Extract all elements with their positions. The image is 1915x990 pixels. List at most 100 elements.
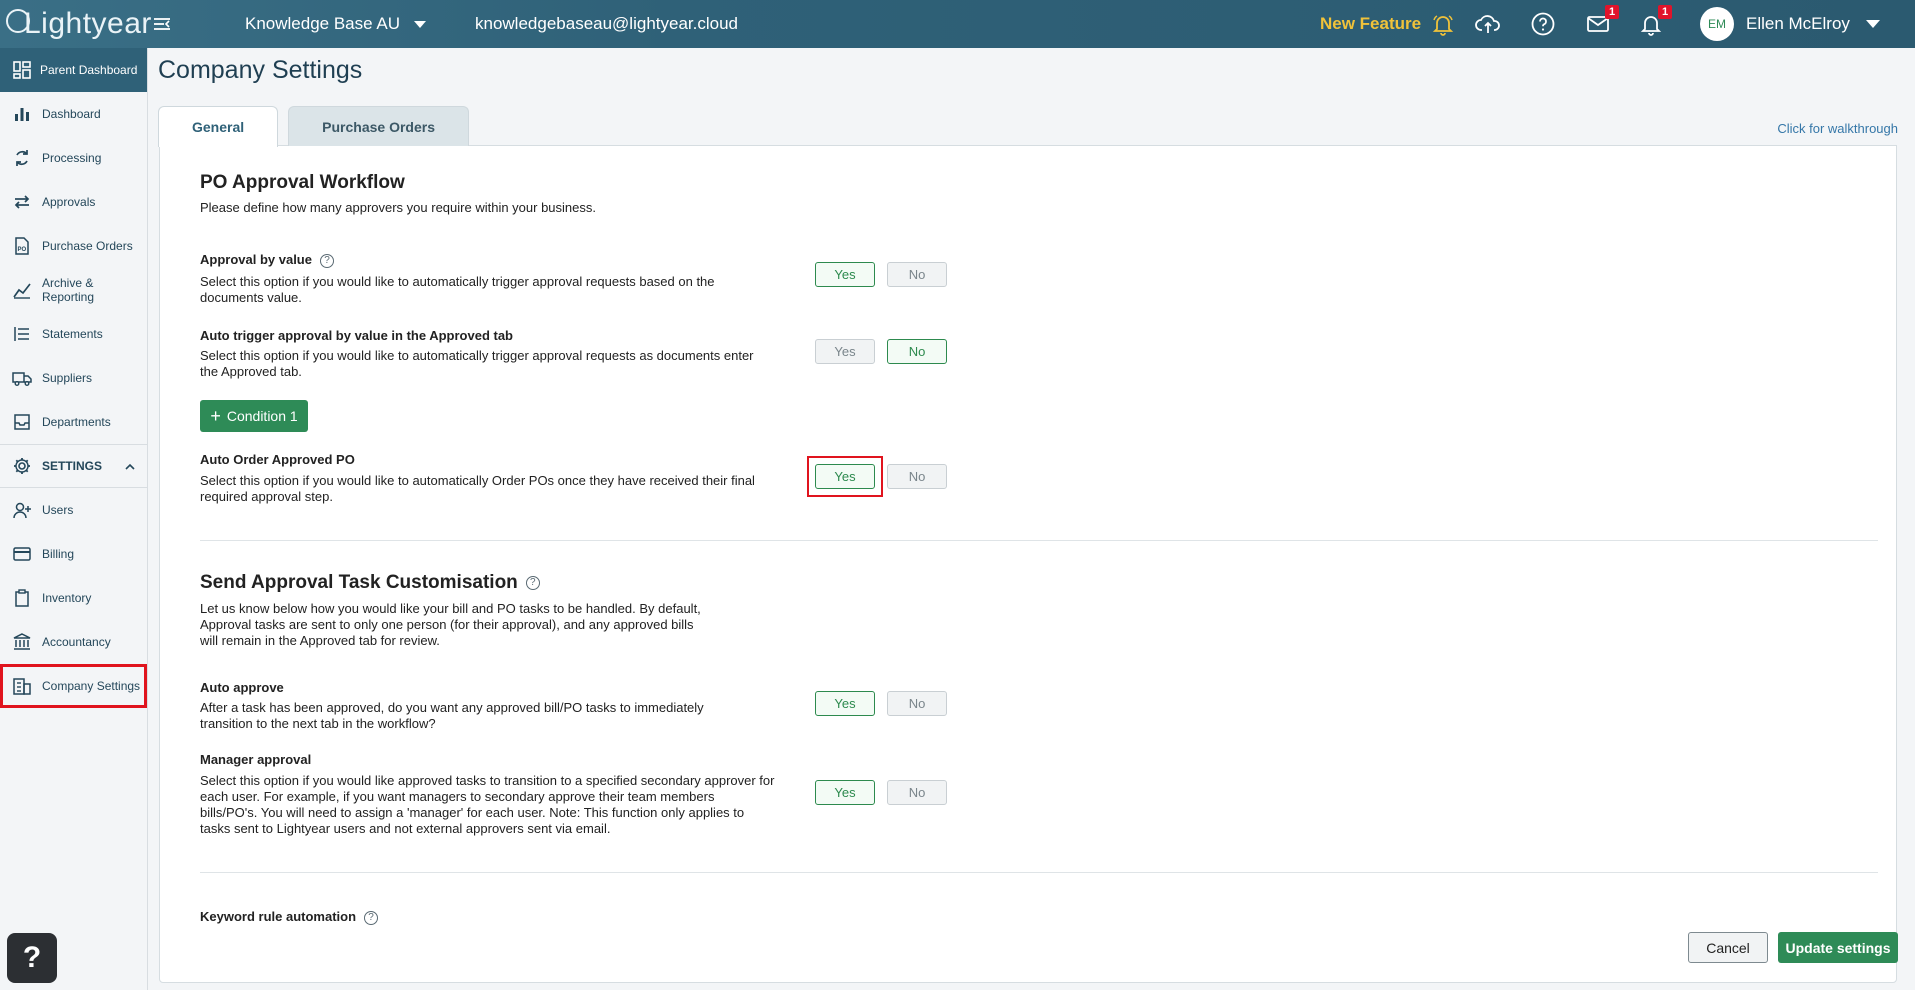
tab-general[interactable]: General bbox=[158, 106, 279, 147]
auto-order-label: Auto Order Approved PO bbox=[200, 452, 355, 467]
update-settings-button[interactable]: Update settings bbox=[1778, 932, 1898, 963]
line-chart-icon bbox=[13, 283, 31, 299]
bank-icon bbox=[13, 633, 31, 650]
sidebar-item-statements[interactable]: Statements bbox=[0, 312, 147, 356]
clipboard-icon bbox=[15, 589, 29, 607]
cloud-upload-icon[interactable] bbox=[1475, 11, 1501, 37]
gear-icon bbox=[14, 458, 30, 474]
sidebar-item-archive-reporting[interactable]: Archive & Reporting bbox=[0, 268, 147, 312]
section-divider bbox=[200, 540, 1878, 541]
truck-icon bbox=[12, 372, 32, 386]
sidebar-item-label: Accountancy bbox=[42, 635, 111, 649]
top-bar: Lightyear Knowledge Base AU knowledgebas… bbox=[0, 0, 1915, 48]
po-document-icon: PO bbox=[15, 237, 29, 255]
arrows-icon bbox=[14, 195, 30, 209]
avatar: EM bbox=[1700, 7, 1734, 41]
sidebar-item-inventory[interactable]: Inventory bbox=[0, 576, 147, 620]
mail-badge: 1 bbox=[1605, 5, 1619, 19]
account-email: knowledgebaseau@lightyear.cloud bbox=[475, 14, 738, 33]
tab-purchase-orders[interactable]: Purchase Orders bbox=[288, 106, 469, 146]
settings-tabs: General Purchase Orders bbox=[158, 106, 469, 147]
auto-order-yes[interactable]: Yes bbox=[815, 464, 875, 489]
manager-approval-no[interactable]: No bbox=[887, 780, 947, 805]
help-icon[interactable]: ? bbox=[525, 575, 540, 590]
chevron-down-icon bbox=[414, 20, 426, 28]
sidebar-item-billing[interactable]: Billing bbox=[0, 532, 147, 576]
auto-approve-yes[interactable]: Yes bbox=[815, 691, 875, 716]
manager-approval-yes[interactable]: Yes bbox=[815, 780, 875, 805]
help-chat-button[interactable]: ? bbox=[7, 933, 57, 983]
svg-text:PO: PO bbox=[18, 247, 27, 253]
auto-order-desc: Select this option if you would like to … bbox=[200, 473, 755, 504]
sidebar-settings-toggle[interactable]: SETTINGS bbox=[0, 444, 147, 488]
sidebar-item-label: Archive & Reporting bbox=[42, 276, 95, 304]
notifications-button[interactable]: 1 bbox=[1638, 5, 1672, 37]
help-icon[interactable]: ? bbox=[364, 910, 379, 925]
sidebar-item-label: Suppliers bbox=[42, 371, 93, 385]
building-icon bbox=[13, 678, 31, 695]
chevron-up-icon bbox=[125, 463, 135, 470]
sidebar-item-label: Processing bbox=[42, 151, 102, 165]
keyword-rule-label: Keyword rule automation? bbox=[200, 909, 379, 925]
sidebar-item-label: Approvals bbox=[42, 195, 96, 209]
cancel-button[interactable]: Cancel bbox=[1688, 932, 1768, 963]
auto-approve-label: Auto approve bbox=[200, 680, 284, 695]
sidebar-item-label: Users bbox=[42, 503, 74, 517]
add-condition-button[interactable]: + Condition 1 bbox=[200, 400, 308, 432]
sidebar-item-label: Parent Dashboard bbox=[40, 63, 138, 77]
sidebar: Parent Dashboard Dashboard Processing Ap… bbox=[0, 48, 148, 990]
user-name: Ellen McElroy bbox=[1746, 14, 1850, 33]
sidebar-item-users[interactable]: Users bbox=[0, 488, 147, 532]
auto-trigger-label: Auto trigger approval by value in the Ap… bbox=[200, 328, 514, 343]
auto-trigger-desc: Select this option if you would like to … bbox=[200, 348, 754, 379]
user-menu[interactable]: EM Ellen McElroy bbox=[1700, 0, 1880, 48]
task-custom-title: Send Approval Task Customisation? bbox=[200, 572, 540, 594]
sidebar-item-departments[interactable]: Departments bbox=[0, 400, 147, 444]
sidebar-item-suppliers[interactable]: Suppliers bbox=[0, 356, 147, 400]
approval-by-value-no[interactable]: No bbox=[887, 262, 947, 287]
auto-trigger-yes[interactable]: Yes bbox=[815, 339, 875, 364]
po-workflow-title: PO Approval Workflow bbox=[200, 172, 405, 193]
auto-trigger-no[interactable]: No bbox=[887, 339, 947, 364]
manager-approval-desc: Select this option if you would like app… bbox=[200, 773, 775, 836]
plus-icon: + bbox=[210, 405, 221, 426]
settings-section-label: SETTINGS bbox=[42, 459, 103, 473]
approval-by-value-yes[interactable]: Yes bbox=[815, 262, 875, 287]
menu-collapse-icon[interactable] bbox=[152, 14, 172, 34]
sidebar-item-company-settings[interactable]: Company Settings bbox=[0, 664, 147, 708]
card-icon bbox=[13, 547, 31, 561]
sidebar-item-dashboard[interactable]: Dashboard bbox=[0, 92, 147, 136]
mail-button[interactable]: 1 bbox=[1585, 5, 1619, 37]
add-user-icon bbox=[13, 502, 31, 519]
workspace-dropdown[interactable]: Knowledge Base AU bbox=[245, 0, 426, 48]
sidebar-item-label: Statements bbox=[42, 327, 103, 341]
logo-text: Lightyear bbox=[24, 7, 152, 40]
sidebar-item-purchase-orders[interactable]: PO Purchase Orders bbox=[0, 224, 147, 268]
grid-icon bbox=[13, 61, 31, 79]
help-icon[interactable]: ? bbox=[319, 253, 334, 268]
sidebar-item-accountancy[interactable]: Accountancy bbox=[0, 620, 147, 664]
help-circle-icon[interactable] bbox=[1530, 11, 1556, 37]
task-custom-title-text: Send Approval Task Customisation bbox=[200, 572, 518, 593]
bell-alert-icon bbox=[1432, 15, 1454, 36]
approval-by-value-label: Approval by value? bbox=[200, 252, 334, 268]
notification-badge: 1 bbox=[1658, 5, 1672, 19]
manager-approval-label: Manager approval bbox=[200, 752, 312, 767]
sidebar-item-approvals[interactable]: Approvals bbox=[0, 180, 147, 224]
sidebar-item-label: Purchase Orders bbox=[42, 239, 133, 253]
sidebar-item-label: Billing bbox=[42, 547, 75, 561]
refresh-icon bbox=[16, 150, 28, 166]
sidebar-item-label: Departments bbox=[42, 415, 111, 429]
workspace-name: Knowledge Base AU bbox=[245, 14, 400, 33]
new-feature-button[interactable]: New Feature bbox=[1320, 0, 1455, 48]
list-icon bbox=[14, 327, 29, 341]
condition-button-label: Condition 1 bbox=[226, 408, 298, 424]
sidebar-item-processing[interactable]: Processing bbox=[0, 136, 147, 180]
lightyear-logo[interactable]: Lightyear bbox=[6, 4, 152, 44]
auto-approve-no[interactable]: No bbox=[887, 691, 947, 716]
bar-chart-icon bbox=[15, 108, 29, 121]
walkthrough-link[interactable]: Click for walkthrough bbox=[1777, 121, 1898, 136]
sidebar-item-parent-dashboard[interactable]: Parent Dashboard bbox=[0, 48, 147, 92]
settings-panel bbox=[159, 145, 1897, 983]
auto-order-no[interactable]: No bbox=[887, 464, 947, 489]
